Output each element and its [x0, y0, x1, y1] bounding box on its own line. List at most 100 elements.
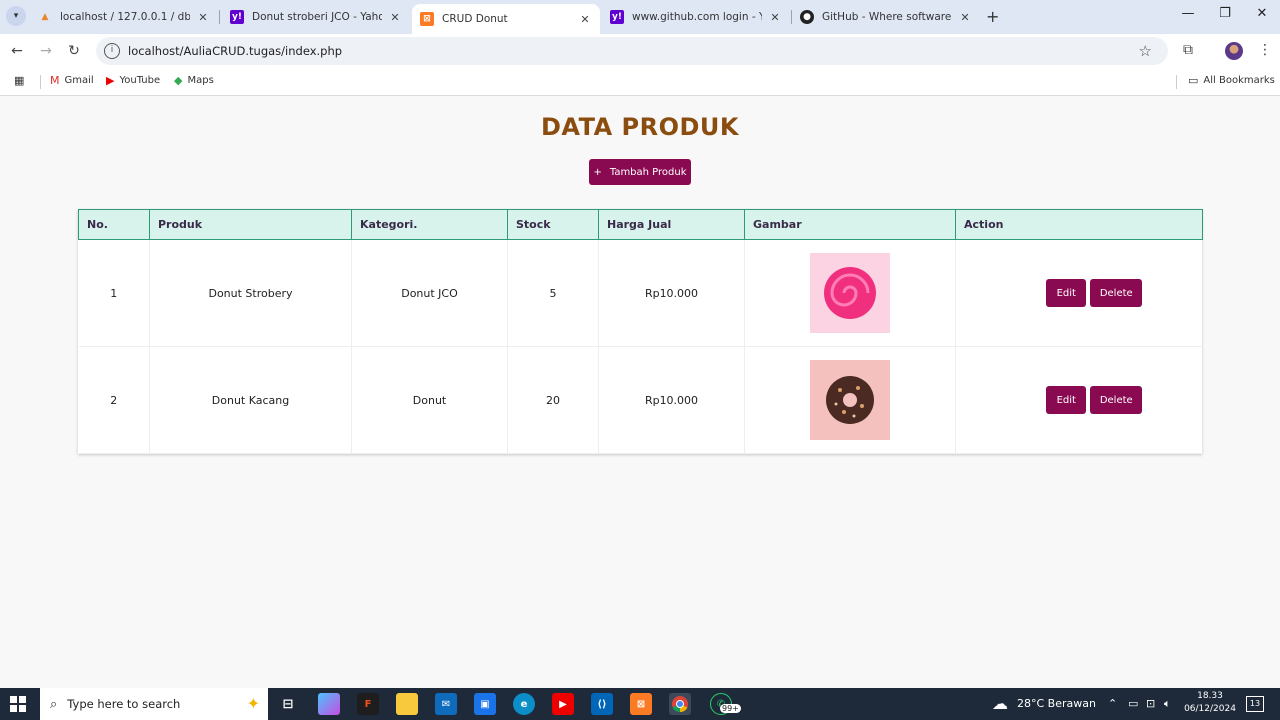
header-harga: Harga Jual [598, 209, 745, 240]
clock-time: 18.33 [1197, 691, 1223, 701]
network-icon[interactable]: ⊡ [1146, 697, 1155, 710]
reload-icon[interactable]: ↻ [64, 41, 84, 61]
gmail-icon: M [50, 74, 60, 87]
profile-avatar[interactable] [1225, 42, 1243, 60]
header-produk: Produk [149, 209, 352, 240]
tab-title: www.github.com login - Yahoo [632, 11, 762, 23]
table-row: 2 Donut Kacang Donut 20 Rp10.000 Edit De… [78, 346, 1203, 454]
xampp-icon: ⊠ [420, 12, 434, 26]
close-icon[interactable]: ✕ [388, 11, 402, 24]
youtube-app-icon[interactable]: ▶ [552, 693, 574, 715]
file-explorer-icon[interactable] [396, 693, 418, 715]
xampp-app-icon[interactable]: ⊠ [630, 693, 652, 715]
tab-title: localhost / 127.0.0.1 / db_tugas [60, 11, 190, 23]
tab-phpmyadmin[interactable]: ▲ localhost / 127.0.0.1 / db_tugas ✕ [30, 4, 218, 30]
minimize-icon[interactable]: — [1178, 6, 1198, 21]
tab-crud-donut[interactable]: ⊠ CRUD Donut ✕ [412, 4, 600, 34]
close-icon[interactable]: ✕ [958, 11, 972, 24]
cell-no: 2 [78, 346, 150, 454]
extensions-icon[interactable]: ⧉ [1183, 42, 1193, 58]
chrome-icon[interactable] [669, 693, 691, 715]
copilot-icon[interactable] [318, 693, 340, 715]
delete-button[interactable]: Delete [1090, 386, 1143, 414]
delete-button[interactable]: Delete [1090, 279, 1143, 307]
edit-button[interactable]: Edit [1046, 279, 1087, 307]
tab-title: CRUD Donut [442, 13, 508, 25]
cell-kategori: Donut JCO [351, 239, 508, 347]
forward-arrow-icon[interactable]: → [36, 41, 56, 61]
bookmark-youtube[interactable]: ▶ YouTube [106, 74, 160, 87]
task-view-icon[interactable]: ⊟ [277, 693, 299, 715]
window-close-icon[interactable]: ✕ [1252, 6, 1272, 21]
cell-kategori: Donut [351, 346, 508, 454]
volume-icon[interactable]: 🔈︎ [1164, 697, 1171, 711]
taskbar-clock[interactable]: 18.33 06/12/2024 [1180, 690, 1240, 716]
address-bar[interactable]: i localhost/AuliaCRUD.tugas/index.php ☆ [96, 37, 1168, 65]
edge-icon[interactable]: e [513, 693, 535, 715]
search-icon: ⌕ [50, 696, 58, 712]
tray-chevron-up-icon[interactable]: ⌃ [1108, 697, 1117, 710]
tab-divider [219, 10, 220, 24]
cell-harga: Rp10.000 [598, 346, 745, 454]
maps-icon: ◆ [174, 74, 183, 87]
vscode-icon[interactable]: ⟨⟩ [591, 693, 613, 715]
tab-yahoo-github[interactable]: y! www.github.com login - Yahoo ✕ [602, 4, 790, 30]
bookmarks-bar: ▦ M Gmail ▶ YouTube ◆ Maps ▭ All Bookmar… [0, 68, 1280, 96]
restore-icon[interactable]: ❐ [1215, 6, 1235, 21]
header-no: No. [78, 209, 150, 240]
back-arrow-icon[interactable]: ← [7, 41, 27, 61]
header-gambar: Gambar [744, 209, 956, 240]
page-title: DATA PRODUK [540, 113, 740, 141]
mail-icon[interactable]: ✉ [435, 693, 457, 715]
cell-no: 1 [78, 239, 150, 347]
close-icon[interactable]: ✕ [578, 13, 592, 26]
bookmark-label: Maps [187, 75, 214, 86]
whatsapp-badge: 99+ [720, 704, 741, 713]
close-icon[interactable]: ✕ [768, 11, 782, 24]
cell-harga: Rp10.000 [598, 239, 745, 347]
table-row: 1 Donut Strobery Donut JCO 5 Rp10.000 Ed… [78, 239, 1203, 347]
battery-icon[interactable]: ▭ [1128, 697, 1138, 710]
new-tab-button[interactable]: + [986, 7, 999, 26]
cell-action: Edit Delete [955, 239, 1203, 347]
site-info-icon[interactable]: i [104, 43, 120, 59]
store-icon[interactable]: ▣ [474, 693, 496, 715]
yahoo-icon: y! [610, 10, 624, 24]
github-icon: ● [800, 10, 814, 24]
taskbar-search-input[interactable]: ⌕ Type here to search ✦ [40, 688, 268, 720]
cell-produk: Donut Strobery [149, 239, 352, 347]
peanut-donut-image [810, 360, 890, 440]
plus-icon: + [593, 166, 602, 178]
bookmark-maps[interactable]: ◆ Maps [174, 74, 214, 87]
tab-title: GitHub - Where software is buil [822, 11, 952, 23]
menu-kebab-icon[interactable]: ⋮ [1258, 42, 1272, 58]
notification-center[interactable]: 13 [1246, 696, 1264, 712]
edit-button[interactable]: Edit [1046, 386, 1087, 414]
weather-text[interactable]: 28°C Berawan [1017, 697, 1096, 710]
folder-icon: ▭ [1188, 74, 1199, 87]
tab-yahoo-donut[interactable]: y! Donut stroberi JCO - Yahoo Ima ✕ [222, 4, 410, 30]
header-stock: Stock [507, 209, 599, 240]
apps-grid-icon[interactable]: ▦ [14, 74, 29, 87]
browser-toolbar: ← → ↻ i localhost/AuliaCRUD.tugas/index.… [0, 34, 1280, 68]
copilot-sparkle-icon: ✦ [246, 694, 260, 713]
cell-gambar [744, 239, 956, 347]
figma-icon[interactable]: F [357, 693, 379, 715]
tab-search-button[interactable]: ▾ [6, 6, 26, 26]
phpmyadmin-icon: ▲ [41, 12, 49, 22]
bookmark-label: Gmail [64, 75, 94, 86]
weather-cloud-icon[interactable]: ☁ [992, 694, 1008, 713]
bookmark-gmail[interactable]: M Gmail [50, 74, 94, 87]
cell-stock: 20 [507, 346, 599, 454]
yahoo-icon: y! [230, 10, 244, 24]
windows-start-icon[interactable] [10, 696, 26, 712]
tab-strip: ▾ ▲ localhost / 127.0.0.1 / db_tugas ✕ y… [0, 0, 1280, 34]
bookmarks-divider [40, 75, 41, 89]
tab-github[interactable]: ● GitHub - Where software is buil ✕ [792, 4, 980, 30]
add-product-button[interactable]: + Tambah Produk [589, 159, 691, 185]
cell-action: Edit Delete [955, 346, 1203, 454]
bookmark-star-icon[interactable]: ☆ [1139, 42, 1152, 60]
search-placeholder: Type here to search [67, 697, 181, 711]
all-bookmarks[interactable]: ▭ All Bookmarks [1188, 74, 1275, 87]
close-icon[interactable]: ✕ [196, 11, 210, 24]
